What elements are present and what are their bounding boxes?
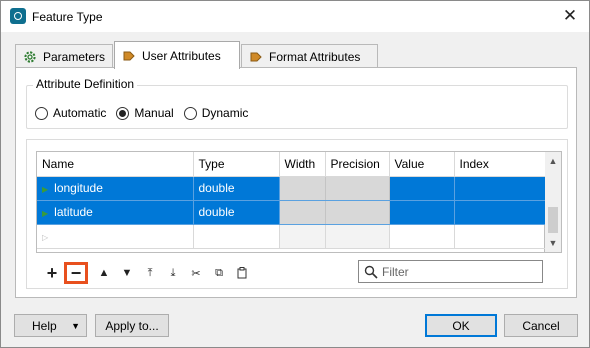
tab-label: Parameters xyxy=(43,49,106,64)
title-bar: Feature Type ✕ xyxy=(1,1,589,32)
cell-value[interactable] xyxy=(389,200,455,225)
cell-value[interactable] xyxy=(389,176,455,201)
cell-value[interactable] xyxy=(389,224,455,249)
tab-user-attributes[interactable]: User Attributes xyxy=(114,41,240,69)
radio-circle-checked xyxy=(116,106,130,120)
row-marker-icon: ▶ xyxy=(42,185,49,194)
column-header-type[interactable]: Type xyxy=(193,152,280,177)
window-title: Feature Type xyxy=(32,10,103,24)
vertical-scrollbar[interactable]: ▲ ▼ xyxy=(545,151,562,253)
paste-icon xyxy=(237,267,247,279)
attribute-toolbar: + − ▲ ▼ ⤒ ⤓ ✂ ⧉ xyxy=(41,262,254,284)
arrow-right-icon xyxy=(123,51,135,60)
cell-width[interactable] xyxy=(279,200,326,225)
filter-input[interactable]: Filter xyxy=(382,265,409,279)
app-icon xyxy=(10,8,26,24)
row-marker-icon: ▶ xyxy=(42,209,49,218)
row-marker-icon: ▷ xyxy=(42,233,49,242)
cell-name-text: longitude xyxy=(54,181,103,195)
table-row[interactable]: ▶ latitude double xyxy=(37,200,547,225)
apply-to-button[interactable]: Apply to... xyxy=(95,314,169,337)
cell-precision[interactable] xyxy=(325,224,390,249)
attribute-table-box: Name Type Width Precision Value Index ▶ l… xyxy=(26,139,568,289)
cell-name-text: latitude xyxy=(54,205,93,219)
cell-width[interactable] xyxy=(279,224,326,249)
radio-circle xyxy=(183,106,197,120)
close-icon[interactable]: ✕ xyxy=(557,4,583,28)
gear-icon xyxy=(24,50,36,63)
tab-label: Format Attributes xyxy=(269,49,361,64)
attribute-grid: Name Type Width Precision Value Index ▶ l… xyxy=(36,151,547,253)
cell-type[interactable]: double xyxy=(193,200,280,225)
attribute-table: Name Type Width Precision Value Index ▶ l… xyxy=(37,152,547,249)
move-to-top-button[interactable]: ⤒ xyxy=(139,263,161,283)
cell-type[interactable] xyxy=(193,224,280,249)
radio-circle xyxy=(35,106,48,120)
cell-index[interactable] xyxy=(454,200,547,225)
column-header-value[interactable]: Value xyxy=(389,152,455,177)
cut-button[interactable]: ✂ xyxy=(185,263,207,283)
table-header-row: Name Type Width Precision Value Index xyxy=(37,152,547,177)
move-up-button[interactable]: ▲ xyxy=(93,263,115,283)
cell-name[interactable]: ▶ latitude xyxy=(37,200,194,225)
table-row-new[interactable]: ▷ xyxy=(37,224,547,249)
definition-radio-group: Automatic Manual Dynamic xyxy=(35,106,258,120)
cancel-button[interactable]: Cancel xyxy=(504,314,578,337)
ok-button[interactable]: OK xyxy=(425,314,497,337)
cell-precision[interactable] xyxy=(325,176,390,201)
search-icon xyxy=(364,265,378,279)
cell-index[interactable] xyxy=(454,176,547,201)
scroll-thumb[interactable] xyxy=(548,207,558,233)
tab-label: User Attributes xyxy=(142,48,221,63)
column-header-index[interactable]: Index xyxy=(454,152,547,177)
feature-type-dialog: Feature Type ✕ Parameters User Attribute… xyxy=(0,0,590,348)
radio-label: Manual xyxy=(134,106,174,120)
scroll-up-icon[interactable]: ▲ xyxy=(545,153,561,169)
help-button[interactable]: Help ▼ xyxy=(14,314,87,337)
cell-width[interactable] xyxy=(279,176,326,201)
cell-name[interactable]: ▶ longitude xyxy=(37,176,194,201)
copy-button[interactable]: ⧉ xyxy=(208,263,230,283)
cell-precision[interactable] xyxy=(325,200,390,225)
column-header-precision[interactable]: Precision xyxy=(325,152,390,177)
radio-manual[interactable]: Manual xyxy=(116,106,174,120)
user-attributes-panel: Attribute Definition Automatic Manual Dy… xyxy=(15,67,577,298)
remove-attribute-button[interactable]: − xyxy=(64,262,88,284)
move-to-bottom-button[interactable]: ⤓ xyxy=(162,263,184,283)
cell-type[interactable]: double xyxy=(193,176,280,201)
table-row[interactable]: ▶ longitude double xyxy=(37,176,547,201)
paste-button[interactable] xyxy=(231,263,253,283)
tab-format-attributes[interactable]: Format Attributes xyxy=(241,44,378,68)
column-header-width[interactable]: Width xyxy=(279,152,326,177)
scroll-down-icon[interactable]: ▼ xyxy=(545,235,561,251)
radio-label: Dynamic xyxy=(201,106,249,120)
dropdown-icon[interactable]: ▼ xyxy=(71,321,80,331)
cell-name[interactable]: ▷ xyxy=(37,224,194,249)
group-title: Attribute Definition xyxy=(33,77,138,91)
radio-dynamic[interactable]: Dynamic xyxy=(183,106,249,120)
help-label: Help xyxy=(32,318,57,333)
move-down-button[interactable]: ▼ xyxy=(116,263,138,283)
filter-field[interactable]: Filter xyxy=(358,260,543,283)
arrow-right-icon xyxy=(250,52,262,61)
cell-index[interactable] xyxy=(454,224,547,249)
attribute-definition-group: Attribute Definition Automatic Manual Dy… xyxy=(26,77,568,129)
add-attribute-button[interactable]: + xyxy=(41,263,63,283)
tab-parameters[interactable]: Parameters xyxy=(15,44,113,68)
radio-label: Automatic xyxy=(53,106,107,120)
radio-automatic[interactable]: Automatic xyxy=(35,106,106,120)
column-header-name[interactable]: Name xyxy=(37,152,194,177)
